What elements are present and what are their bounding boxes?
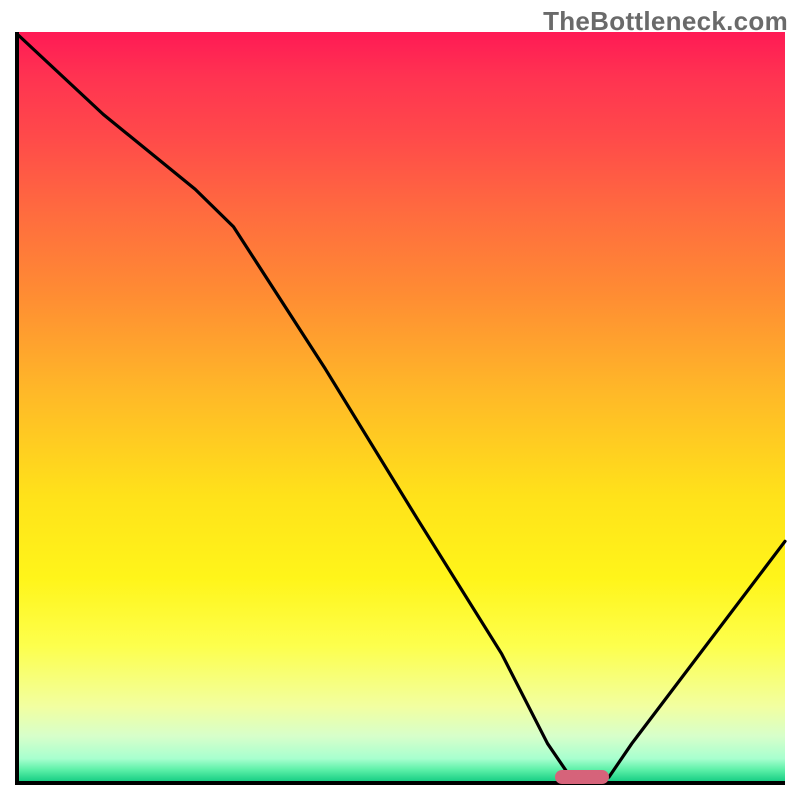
plot-area [15,32,785,785]
curve-path [19,36,785,778]
chart-stage: TheBottleneck.com [0,0,800,800]
optimum-marker [555,770,609,784]
bottleneck-curve [19,32,785,781]
